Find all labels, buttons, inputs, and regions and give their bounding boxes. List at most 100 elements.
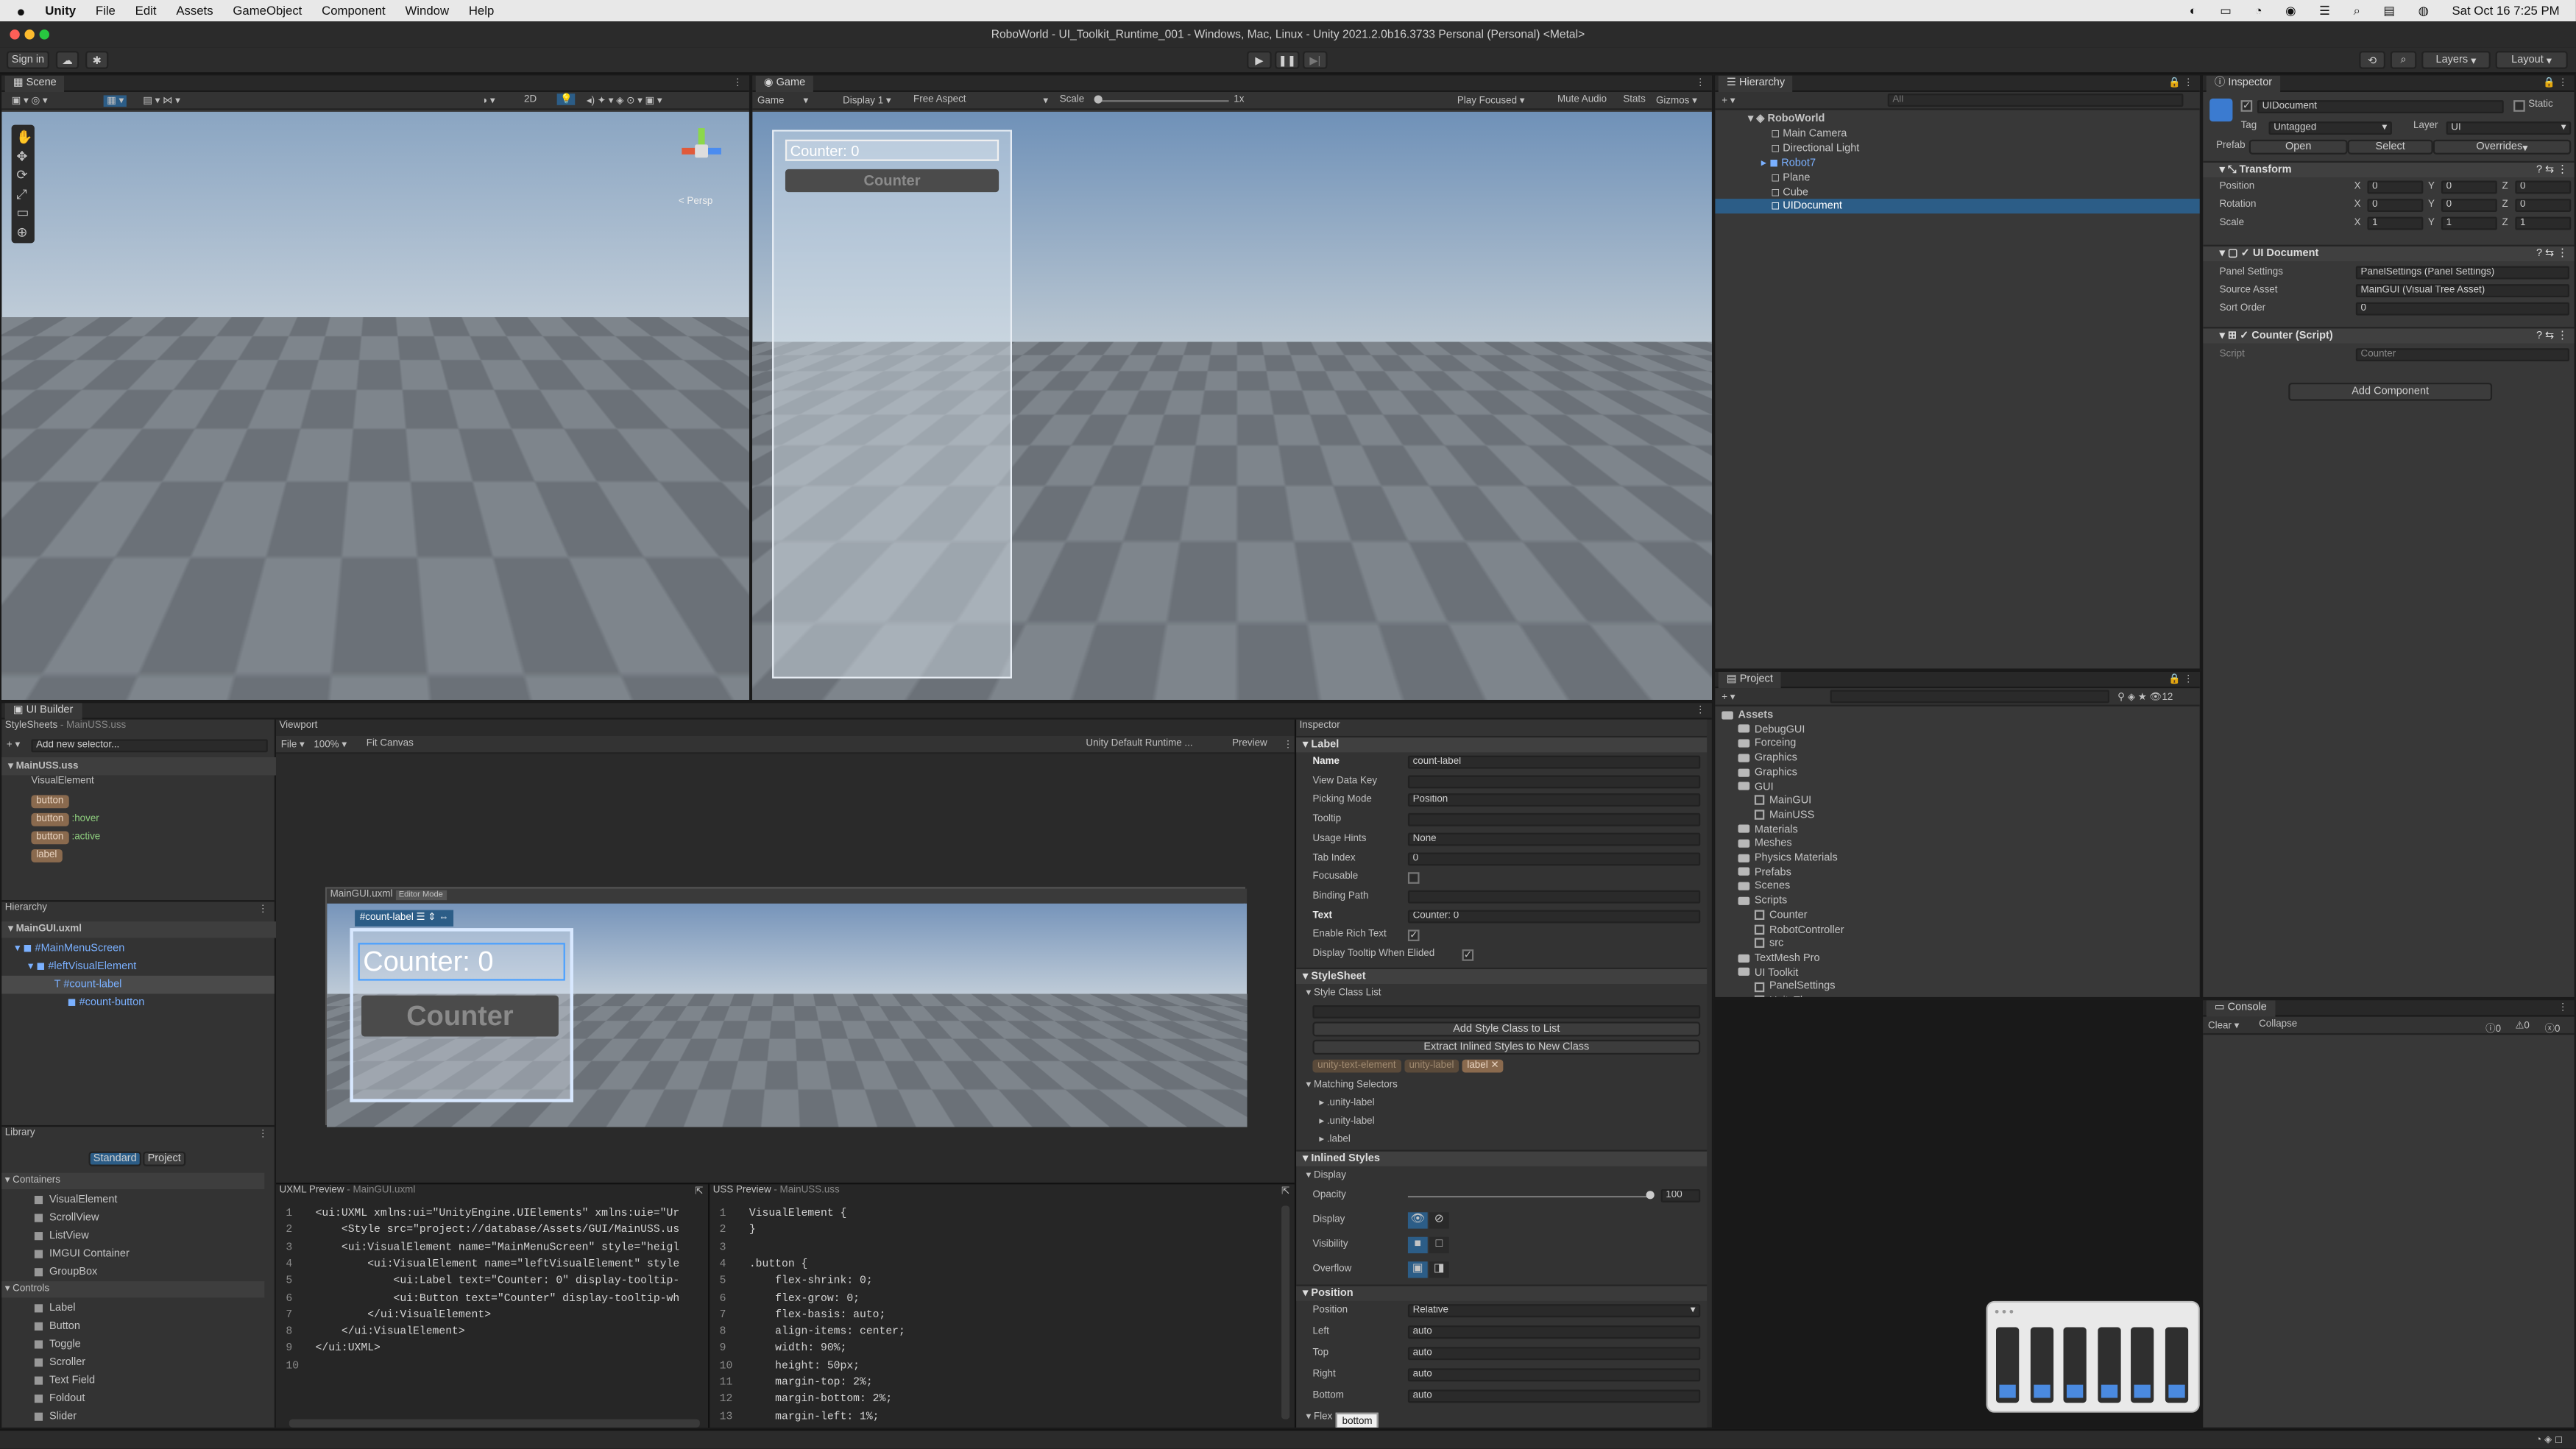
library-item[interactable]: VisualElement	[1, 1191, 275, 1209]
project-tree-item[interactable]: Assets	[1715, 708, 2199, 723]
project-tree-item[interactable]: Scripts	[1715, 893, 2199, 908]
builder-hierarchy-item[interactable]: ▾ ◼ #leftVisualElement	[1, 957, 275, 976]
selector-button-hover[interactable]: button:hover	[31, 812, 99, 826]
more-icon[interactable]: ⋮	[258, 1128, 267, 1140]
menu-gameobject[interactable]: GameObject	[233, 3, 302, 18]
cloud-icon[interactable]: ☁	[55, 51, 79, 69]
play-focused-dropdown[interactable]: Play Focused ▾	[1457, 95, 1525, 107]
field-input[interactable]	[1407, 774, 1701, 788]
ui-document-header[interactable]: ▾ ▢ ✓ UI Document? ⇆ ⋮	[2203, 244, 2575, 261]
project-tree-item[interactable]: src	[1715, 937, 2199, 952]
position-section-header[interactable]: ▾ Position	[1296, 1284, 1708, 1301]
clear-dropdown[interactable]: Clear ▾	[2208, 1020, 2239, 1031]
game-viewport[interactable]: ✕ 1m ✕ ✕ ✕ Counter: 0 Counter	[752, 111, 1712, 700]
transform-z-input[interactable]: 0	[2515, 180, 2572, 194]
field-input[interactable]	[1407, 890, 1701, 904]
project-tree-item[interactable]: Scenes	[1715, 879, 2199, 894]
transform-x-input[interactable]: 0	[2367, 180, 2424, 194]
menu-assets[interactable]: Assets	[176, 3, 213, 18]
project-tree-item[interactable]: Graphics	[1715, 765, 2199, 780]
gizmo-center[interactable]	[695, 144, 709, 158]
stats-toggle[interactable]: Stats	[1623, 95, 1646, 104]
project-tree-item[interactable]: Physics Materials	[1715, 851, 2199, 865]
project-tree-item[interactable]: Graphics	[1715, 751, 2199, 765]
flex-section-label[interactable]: ▾ Flex	[1306, 1411, 1333, 1423]
more-icon[interactable]: ⋮	[2558, 1002, 2567, 1013]
builder-hierarchy-item-selected[interactable]: T #count-label	[1, 975, 275, 994]
add-icon[interactable]: + ▾	[7, 739, 20, 751]
fit-canvas-button[interactable]: Fit Canvas	[367, 739, 414, 748]
inlined-styles-header[interactable]: ▾ Inlined Styles	[1296, 1149, 1708, 1166]
display-none-icon[interactable]: ⊘	[1429, 1212, 1449, 1229]
project-tree-item[interactable]: PanelSettings	[1715, 979, 2199, 994]
field-input[interactable]: None	[1407, 832, 1701, 846]
project-tree-item[interactable]: Materials	[1715, 822, 2199, 837]
more-icon[interactable]: ⋮	[258, 904, 267, 915]
display-dropdown[interactable]: Display 1 ▾	[843, 95, 891, 107]
right-input[interactable]: auto	[1407, 1368, 1701, 1382]
lock-icon[interactable]: 🔒 ⋮	[2543, 77, 2568, 88]
matching-selectors-label[interactable]: ▾ Matching Selectors	[1306, 1079, 1398, 1091]
position-dropdown[interactable]: Relative ▾	[1407, 1304, 1701, 1318]
library-item[interactable]: Foldout	[1, 1389, 275, 1408]
tab-inspector[interactable]: ⓘ Inspector	[2206, 75, 2281, 92]
project-search-input[interactable]	[1830, 690, 2110, 704]
pause-button[interactable]: ❚❚	[1275, 51, 1300, 69]
library-tab-project[interactable]: Project	[143, 1151, 186, 1166]
prefab-select-button[interactable]: Select	[2347, 139, 2433, 155]
camera-gizmo-icon[interactable]: ☁	[146, 408, 165, 429]
stylesheet-section-header[interactable]: ▾ StyleSheet	[1296, 967, 1708, 985]
add-selector-input[interactable]: Add new selector...	[31, 739, 268, 753]
lighting-icon[interactable]: ◑ ▾	[481, 95, 495, 107]
display-section-label[interactable]: ▾ Display	[1306, 1169, 1346, 1180]
more-icon[interactable]: ⋮	[1696, 705, 1705, 716]
add-icon[interactable]: + ▾	[1722, 95, 1735, 107]
active-checkbox[interactable]: ✓	[2240, 100, 2253, 112]
scene-viewport[interactable]: ☀ ☁ 10m 10m 10m ✕ ✕ ✋ ✥ ⟳ ⤢ ▭ ⊕ < Persp	[1, 111, 749, 700]
light-toggle-icon[interactable]: 💡	[556, 93, 576, 105]
game-mode-dropdown[interactable]: Game ▾	[757, 95, 808, 107]
lock-icon[interactable]: 🔒 ⋮	[2168, 77, 2193, 88]
library-item[interactable]: Toggle	[1, 1336, 275, 1354]
project-tree-item[interactable]: TextMesh Pro	[1715, 951, 2199, 966]
selector-label[interactable]: label	[31, 849, 65, 862]
project-tree-item[interactable]: UnityThemes	[1715, 993, 2199, 997]
tab-console[interactable]: ▭ Console	[2206, 1000, 2276, 1017]
lock-icon[interactable]: 🔒 ⋮	[2168, 673, 2193, 684]
transform-y-input[interactable]: 0	[2441, 199, 2497, 212]
menu-window[interactable]: Window	[405, 3, 449, 18]
project-tree-item[interactable]: Counter	[1715, 908, 2199, 923]
shading-mode-icon[interactable]: ▣ ▾ ◎ ▾	[12, 95, 48, 107]
field-input[interactable]: 0	[1407, 851, 1701, 865]
canvas-count-label[interactable]: Counter: 0	[358, 943, 565, 981]
extract-inlined-styles-button[interactable]: Extract Inlined Styles to New Class	[1312, 1039, 1701, 1055]
static-checkbox[interactable]	[2513, 100, 2525, 112]
tool-icons[interactable]: ✋ ✥ ⟳ ⤢ ▭ ⊕	[16, 128, 32, 241]
bottom-input[interactable]: auto	[1407, 1389, 1701, 1403]
horizontal-scrollbar[interactable]	[289, 1419, 700, 1428]
play-button[interactable]: ▶	[1247, 51, 1272, 69]
step-button[interactable]: ▶|	[1303, 51, 1328, 69]
more-icon[interactable]: ⋮	[733, 77, 743, 88]
hidden-icon[interactable]: □	[1429, 1236, 1449, 1254]
builder-hierarchy-item[interactable]: ◼ #count-button	[1, 993, 275, 1012]
hierarchy-item-selected[interactable]: ◻ UIDocument	[1715, 199, 2200, 214]
transform-x-input[interactable]: 0	[2367, 199, 2424, 212]
open-external-icon[interactable]: ⇱	[1281, 1186, 1289, 1197]
error-count[interactable]: ⓧ0	[2545, 1020, 2561, 1035]
project-tree-item[interactable]: GUI	[1715, 779, 2199, 794]
counter-script-header[interactable]: ▾ ⊞ ✓ Counter (Script)? ⇆ ⋮	[2203, 327, 2575, 344]
field-checkbox[interactable]	[1407, 872, 1420, 885]
tab-game[interactable]: ◉ Game	[755, 75, 814, 92]
project-tree-item[interactable]: Prefabs	[1715, 865, 2199, 880]
matching-selector[interactable]: ▸ .unity-label	[1319, 1097, 1374, 1108]
persp-label[interactable]: < Persp	[679, 197, 713, 207]
library-item[interactable]: Slider	[1, 1408, 275, 1426]
matching-selector[interactable]: ▸ .label	[1319, 1133, 1350, 1144]
prefab-open-button[interactable]: Open	[2248, 139, 2348, 155]
visible-icon[interactable]: ■	[1407, 1236, 1428, 1254]
remove-class-icon[interactable]: ✕	[1490, 1061, 1498, 1071]
layer-dropdown[interactable]: UI ▾	[2446, 121, 2572, 135]
sun-light-icon[interactable]: ☀	[179, 322, 195, 344]
transform-z-input[interactable]: 0	[2515, 199, 2572, 212]
